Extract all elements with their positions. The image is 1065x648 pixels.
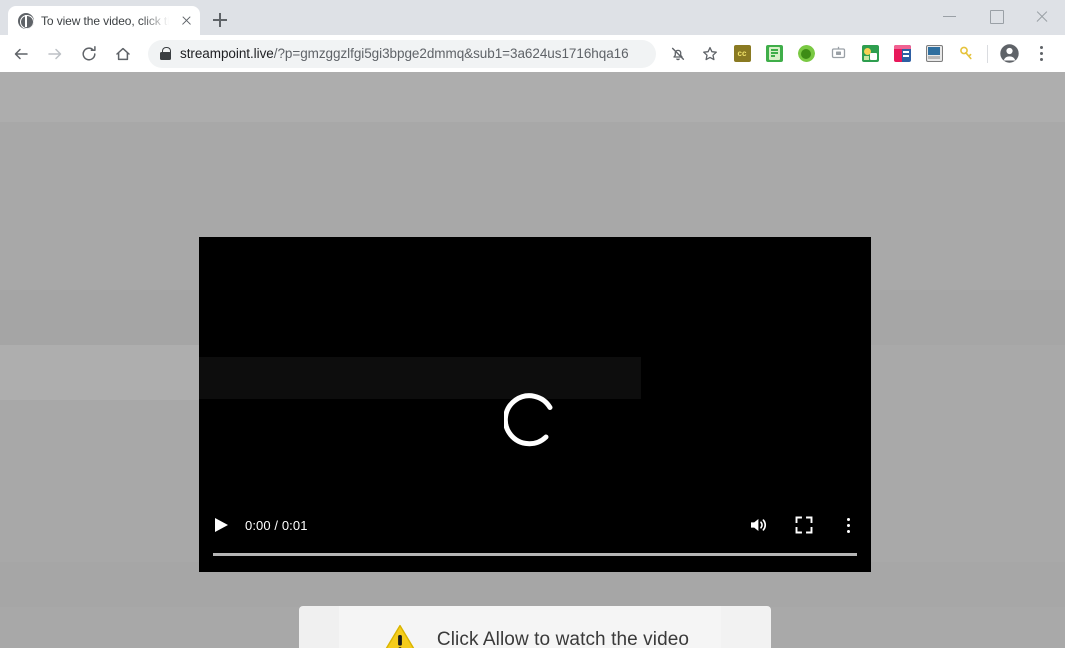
forward-button[interactable] — [41, 40, 69, 68]
profile-avatar[interactable] — [995, 40, 1023, 68]
maximize-button[interactable] — [973, 0, 1019, 32]
loading-spinner — [504, 389, 566, 451]
back-button[interactable] — [7, 40, 35, 68]
extension-green-notebook-icon[interactable] — [760, 40, 788, 68]
bookmark-star-icon[interactable] — [696, 40, 724, 68]
browser-tab[interactable]: To view the video, click the Allow — [8, 6, 200, 35]
toolbar-divider — [987, 44, 988, 63]
chrome-menu-button[interactable] — [1027, 40, 1055, 68]
warning-triangle-icon — [381, 623, 419, 648]
background-band — [0, 72, 1065, 122]
notifications-blocked-icon[interactable] — [664, 40, 692, 68]
video-player[interactable]: 0:00 / 0:01 — [199, 237, 871, 572]
video-controls-right — [747, 514, 857, 536]
url-text: streampoint.live/?p=gmzggzlfgi5gi3bpge2d… — [180, 46, 629, 61]
video-controls: 0:00 / 0:01 — [199, 508, 871, 572]
extension-key-icon[interactable] — [952, 40, 980, 68]
allow-notification-banner[interactable]: Click Allow to watch the video — [299, 606, 771, 648]
arrow-left-icon — [14, 48, 28, 59]
tab-title: To view the video, click the Allow — [41, 13, 169, 28]
minimize-button[interactable] — [927, 0, 973, 32]
kebab-menu-icon[interactable] — [839, 514, 857, 536]
video-frame-artifact — [199, 357, 641, 399]
page-viewport: 0:00 / 0:01 Click Allow to watch the vid… — [0, 72, 1065, 648]
toolbar-actions: cc — [662, 40, 1057, 68]
video-controls-left: 0:00 / 0:01 — [212, 516, 308, 534]
browser-toolbar: streampoint.live/?p=gmzggzlfgi5gi3bpge2d… — [0, 35, 1065, 72]
tab-strip: To view the video, click the Allow — [0, 0, 1065, 35]
play-icon[interactable] — [212, 516, 230, 534]
banner-message: Click Allow to watch the video — [436, 629, 690, 648]
extension-blue-window-icon[interactable] — [920, 40, 948, 68]
browser-window: To view the video, click the Allow — [0, 0, 1065, 648]
extension-cc-icon[interactable]: cc — [728, 40, 756, 68]
banner-shade-artifact — [299, 606, 339, 648]
extension-green-badge-icon[interactable] — [856, 40, 884, 68]
home-icon — [116, 47, 130, 60]
reload-button[interactable] — [75, 40, 103, 68]
close-icon[interactable] — [178, 13, 194, 29]
extension-gray-screen-icon[interactable] — [824, 40, 852, 68]
close-window-button[interactable] — [1019, 0, 1065, 32]
address-bar[interactable]: streampoint.live/?p=gmzggzlfgi5gi3bpge2d… — [148, 39, 656, 68]
window-controls — [927, 0, 1065, 32]
banner-shade-artifact — [721, 606, 771, 648]
reload-icon — [82, 45, 96, 60]
globe-icon — [18, 12, 34, 29]
video-time-display: 0:00 / 0:01 — [245, 517, 308, 533]
new-tab-button[interactable] — [206, 6, 234, 34]
url-path: /?p=gmzggzlfgi5gi3bpge2dmmq&sub1=3a624us… — [273, 46, 629, 61]
volume-on-icon[interactable] — [747, 514, 769, 536]
arrow-right-icon — [48, 48, 62, 59]
home-button[interactable] — [109, 40, 137, 68]
extension-green-circle-icon[interactable] — [792, 40, 820, 68]
video-progress-bar[interactable] — [213, 553, 857, 556]
extension-pink-calendar-icon[interactable] — [888, 40, 916, 68]
fullscreen-icon[interactable] — [793, 514, 815, 536]
url-domain: streampoint.live — [180, 46, 274, 61]
lock-icon — [160, 47, 171, 60]
